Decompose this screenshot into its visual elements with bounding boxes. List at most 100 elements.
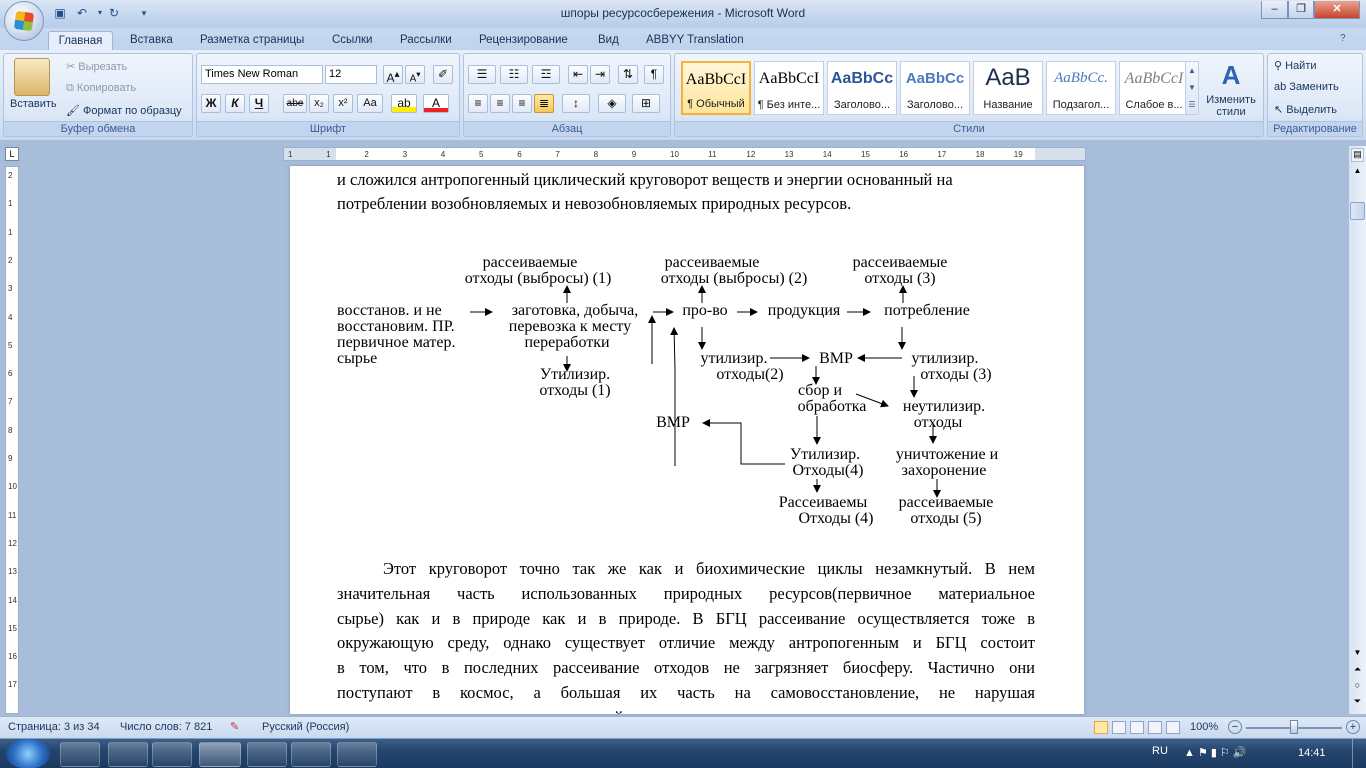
superscript-button[interactable]: x² [333,94,353,113]
prev-page-icon[interactable]: ⏶ [1351,664,1364,678]
find-button[interactable]: ⚲ Найти [1274,59,1317,72]
highlight-icon[interactable]: ab [391,94,417,113]
redo-icon[interactable]: ↻ [106,5,122,21]
full-screen-reading-icon[interactable] [1112,721,1126,734]
scroll-down-icon[interactable]: ▼ [1351,646,1364,660]
style-heading-2[interactable]: AaBbCc Заголово... [900,61,970,115]
increase-indent-icon[interactable]: ⇥ [590,65,610,84]
vertical-ruler[interactable]: 2 1 1 2 3 4 5 6 7 8 9 10 11 12 13 14 15 16 17 [5,166,19,714]
line-spacing-icon[interactable]: ↕ [562,94,590,113]
font-color-icon[interactable]: A [423,94,449,113]
justify-icon[interactable]: ≣ [534,94,554,113]
restore-button[interactable]: ❐ [1288,1,1314,19]
change-styles-icon[interactable]: A [1211,60,1251,90]
input-language[interactable]: RU [1152,745,1168,757]
tab-references[interactable]: Ссылки [324,31,381,50]
borders-icon[interactable]: ⊞ [632,94,660,113]
style-title[interactable]: AaB Название [973,61,1043,115]
sort-icon[interactable]: ⇅ [618,65,638,84]
shading-icon[interactable]: ◈ [598,94,626,113]
font-name-dropdown[interactable]: Times New Roman [201,65,323,84]
customize-qat-icon[interactable]: ▾ [136,5,152,21]
style-normal[interactable]: AaBbCcI ¶ Обычный [681,61,751,115]
change-styles-button[interactable]: Изменить стили [1203,94,1259,118]
tab-mailings[interactable]: Рассылки [392,31,460,50]
format-painter-button[interactable]: 🖌 Формат по образцу [66,104,182,117]
tab-review[interactable]: Рецензирование [471,31,576,50]
print-layout-icon[interactable] [1094,721,1108,734]
bullets-icon[interactable]: ☰ [468,65,496,84]
decrease-indent-icon[interactable]: ⇤ [568,65,588,84]
shrink-font-icon[interactable]: A▾ [405,65,425,84]
start-button[interactable] [6,739,50,768]
media-player-icon[interactable] [108,742,148,767]
zoom-slider-thumb[interactable] [1290,720,1298,734]
tray-icons[interactable]: ▲ ⚑ ▮ ⚐ 🔊 [1184,746,1247,759]
word-taskbar-icon[interactable] [199,742,241,767]
paste-icon[interactable] [14,58,50,96]
page-count[interactable]: Страница: 3 из 34 [8,721,100,733]
browse-object-icon[interactable]: ○ [1351,680,1364,694]
paste-button[interactable]: Вставить [10,98,57,110]
clock[interactable]: 14:41 [1298,747,1326,759]
tab-view[interactable]: Вид [590,31,627,50]
style-no-spacing[interactable]: AaBbCcI ¶ Без инте... [754,61,824,115]
italic-button[interactable]: К [225,94,245,113]
close-button[interactable]: ✕ [1314,1,1360,19]
skype-icon[interactable] [247,742,287,767]
tab-abbyy[interactable]: ABBYY Translation [638,31,752,50]
clear-format-icon[interactable]: ✐ [433,65,453,84]
bold-button[interactable]: Ж [201,94,221,113]
zoom-level[interactable]: 100% [1190,721,1218,733]
scroll-thumb[interactable] [1350,202,1365,220]
chrome-icon[interactable] [291,742,331,767]
pilcrow-icon[interactable]: ¶ [644,65,664,84]
next-page-icon[interactable]: ⏷ [1351,696,1364,710]
undo-icon[interactable]: ↶ [74,5,90,21]
app-icon[interactable] [337,742,377,767]
align-left-icon[interactable]: ≡ [468,94,488,113]
style-heading-1[interactable]: AaBbCc Заголово... [827,61,897,115]
explorer-icon[interactable] [152,742,192,767]
document-page[interactable]: и сложился антропогенный циклический кру… [290,166,1084,714]
strikethrough-button[interactable]: abe [283,94,307,113]
styles-scroll[interactable]: ▲ ▼ ☰ [1185,61,1199,115]
align-center-icon[interactable]: ≡ [490,94,510,113]
ie-icon[interactable] [60,742,100,767]
minimize-button[interactable]: – [1261,1,1288,19]
underline-button[interactable]: Ч [249,94,269,113]
numbering-icon[interactable]: ☷ [500,65,528,84]
draft-icon[interactable] [1166,721,1180,734]
copy-button[interactable]: ⧉ Копировать [66,82,136,95]
select-button[interactable]: ↖ Выделить [1274,103,1337,116]
align-right-icon[interactable]: ≡ [512,94,532,113]
font-size-dropdown[interactable]: 12 [325,65,377,84]
zoom-out-icon[interactable]: − [1228,720,1242,734]
multilevel-list-icon[interactable]: ☲ [532,65,560,84]
help-icon[interactable]: ? [1340,33,1356,47]
save-icon[interactable]: ▣ [52,5,68,21]
tab-home[interactable]: Главная [48,31,113,50]
show-desktop-button[interactable] [1352,739,1366,768]
web-layout-icon[interactable] [1130,721,1144,734]
horizontal-ruler[interactable]: 1 1 2 3 4 5 6 7 8 9 10 11 12 13 14 15 16 17 18 19 [283,147,1086,161]
proofing-icon[interactable]: ✎ [230,720,239,733]
tab-page-layout[interactable]: Разметка страницы [192,31,312,50]
language-status[interactable]: Русский (Россия) [262,721,349,733]
outline-icon[interactable] [1148,721,1162,734]
cut-button[interactable]: ✂ Вырезать [66,60,127,73]
office-button[interactable] [4,1,44,41]
tab-insert[interactable]: Вставка [122,31,181,50]
style-subtitle[interactable]: AaBbCc. Подзагол... [1046,61,1116,115]
zoom-in-icon[interactable]: + [1346,720,1360,734]
subscript-button[interactable]: x₂ [309,94,329,113]
replace-button[interactable]: ab Заменить [1274,81,1339,93]
grow-font-icon[interactable]: A▴ [383,65,403,85]
tab-selector[interactable]: L [5,147,19,161]
scroll-up-icon[interactable]: ▲ [1351,164,1364,178]
vertical-scrollbar[interactable]: ▤ ▲ ▼ ⏶ ○ ⏷ [1349,146,1366,714]
ruler-toggle-icon[interactable]: ▤ [1351,148,1364,162]
change-case-button[interactable]: Aa [357,94,383,113]
style-subtle-emphasis[interactable]: AaBbCcI Слабое в... [1119,61,1189,115]
word-count[interactable]: Число слов: 7 821 [120,721,212,733]
